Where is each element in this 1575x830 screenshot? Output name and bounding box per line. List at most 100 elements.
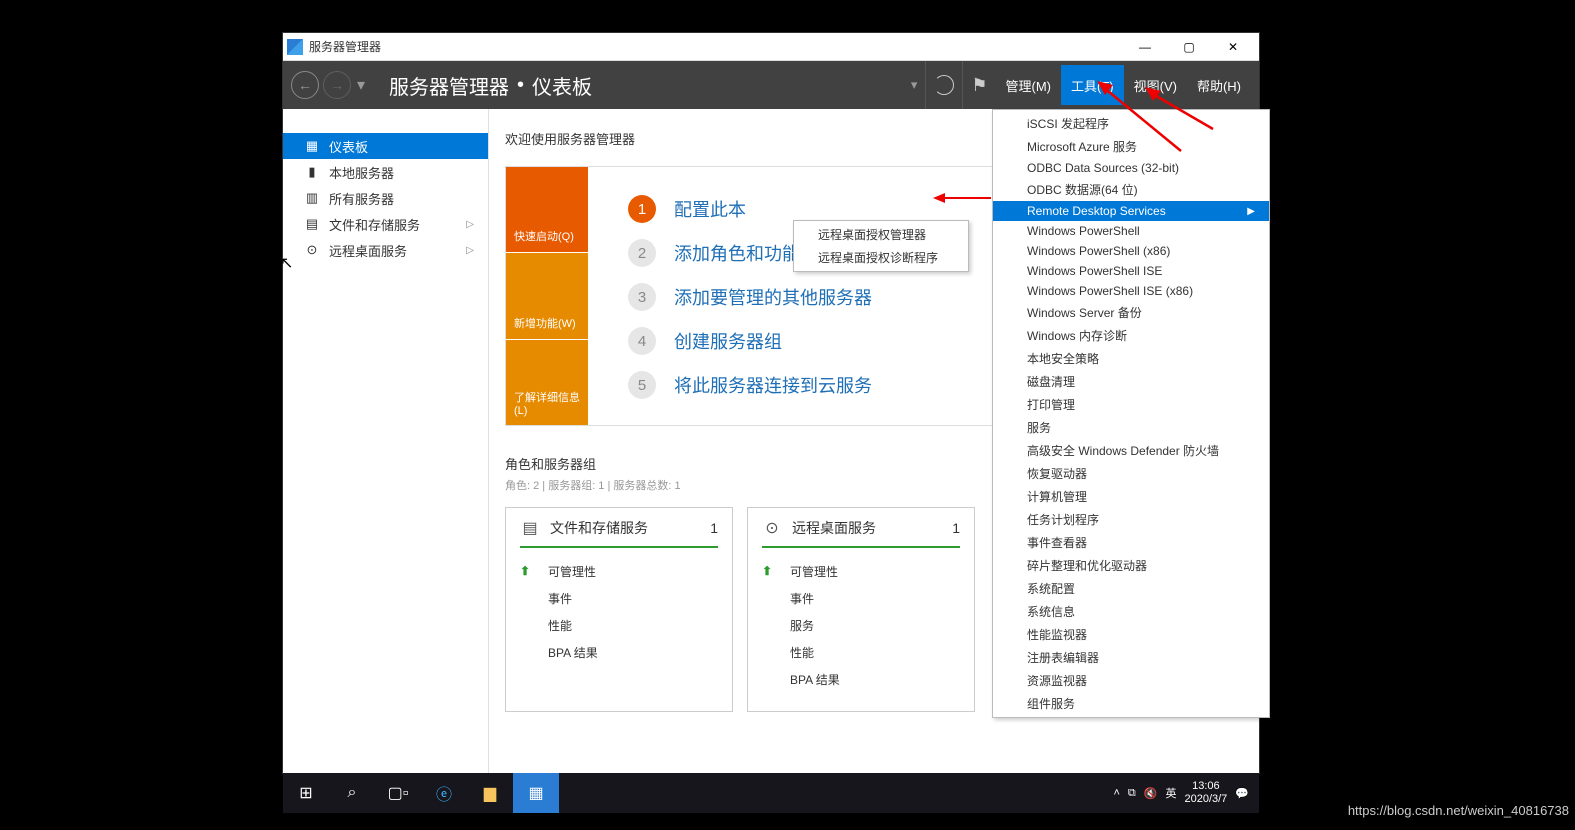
taskbar: ⊞ ⌕ ▢▫ ⓔ ▆ ▦ ˄ ⧉ 🔇 英 13:06 2020/3/7 💬 (283, 773, 1259, 813)
server-icon: ▮ (305, 165, 319, 179)
tools-menu-item[interactable]: Windows PowerShell ISE (x86) (993, 281, 1269, 301)
network-icon[interactable]: ⧉ (1128, 787, 1136, 800)
step-number: 5 (628, 371, 656, 399)
step-number: 1 (628, 195, 656, 223)
role-row-label: 事件 (790, 590, 814, 607)
tools-menu-item[interactable]: 磁盘清理 (993, 370, 1269, 393)
app-icon (287, 39, 303, 55)
role-row-label: 可管理性 (790, 563, 838, 580)
sidebar-item-label: 文件和存储服务 (329, 215, 420, 234)
start-button[interactable]: ⊞ (283, 773, 329, 813)
tools-menu-item[interactable]: ODBC 数据源(64 位) (993, 178, 1269, 201)
sidebar-item-local-server[interactable]: ▮ 本地服务器 (283, 159, 488, 185)
minimize-button[interactable]: — (1123, 33, 1167, 60)
maximize-button[interactable]: ▢ (1167, 33, 1211, 60)
tools-menu-item[interactable]: 服务 (993, 416, 1269, 439)
servers-icon: ▥ (305, 191, 319, 205)
step-link-configure[interactable]: 配置此本 (674, 196, 746, 222)
chevron-right-icon: ▷ (466, 245, 480, 256)
tools-menu-item[interactable]: 恢复驱动器 (993, 462, 1269, 485)
tools-menu-item[interactable]: 注册表编辑器 (993, 646, 1269, 669)
role-count: 1 (710, 520, 718, 536)
tools-menu-item[interactable]: 打印管理 (993, 393, 1269, 416)
role-card-files[interactable]: ▤ 文件和存储服务 1 ⬆可管理性 事件 性能 BPA 结果 (505, 507, 733, 712)
annotation-arrow (1143, 79, 1223, 139)
role-count: 1 (952, 520, 960, 536)
up-arrow-icon: ⬆ (762, 564, 778, 580)
tools-menu-item[interactable]: 系统配置 (993, 577, 1269, 600)
chevron-down-icon[interactable]: ▾ (903, 61, 926, 109)
tools-menu-item[interactable]: 碎片整理和优化驱动器 (993, 554, 1269, 577)
step-link-add-roles[interactable]: 添加角色和功能 (674, 240, 800, 266)
tools-menu-item[interactable]: 资源监视器 (993, 669, 1269, 692)
role-row-label: BPA 结果 (548, 644, 598, 661)
role-row-label: 事件 (548, 590, 572, 607)
role-row-label: 性能 (790, 644, 814, 661)
sidebar-item-dashboard[interactable]: ▦ 仪表板 (283, 133, 488, 159)
menu-manage[interactable]: 管理(M) (996, 65, 1062, 105)
notifications-button[interactable]: ⚑ (962, 61, 995, 109)
chevron-right-icon: ▷ (466, 219, 480, 230)
storage-icon: ▤ (305, 217, 319, 231)
refresh-button[interactable] (925, 61, 962, 109)
sidebar-item-label: 所有服务器 (329, 189, 394, 208)
tools-menu-item[interactable]: 组件服务 (993, 692, 1269, 715)
step-link-add-servers[interactable]: 添加要管理的其他服务器 (674, 284, 872, 310)
annotation-arrow (933, 183, 993, 213)
forward-button[interactable]: → (323, 71, 351, 99)
sidebar-item-all-servers[interactable]: ▥ 所有服务器 (283, 185, 488, 211)
clock-time: 13:06 (1184, 780, 1227, 793)
window-title: 服务器管理器 (309, 38, 1123, 55)
tile-whatsnew[interactable]: 新增功能(W) (506, 253, 588, 339)
tools-menu-item[interactable]: Windows PowerShell (x86) (993, 241, 1269, 261)
sidebar-item-file-storage[interactable]: ▤ 文件和存储服务 ▷ (283, 211, 488, 237)
clock[interactable]: 13:06 2020/3/7 (1184, 780, 1227, 806)
action-center-icon[interactable]: 💬 (1235, 787, 1249, 800)
role-row-label: 性能 (548, 617, 572, 634)
ime-indicator[interactable]: 英 (1165, 785, 1176, 801)
tools-menu-item[interactable]: Windows Server 备份 (993, 301, 1269, 324)
rds-icon: ⊙ (305, 243, 319, 257)
submenu-license-diagnose[interactable]: 远程桌面授权诊断程序 (794, 246, 968, 269)
rds-icon: ⊙ (762, 518, 782, 538)
breadcrumb-app: 服务器管理器 (389, 71, 509, 100)
submenu-license-manager[interactable]: 远程桌面授权管理器 (794, 223, 968, 246)
tray-up-icon[interactable]: ˄ (1113, 787, 1119, 799)
titlebar[interactable]: 服务器管理器 — ▢ ✕ (283, 33, 1259, 61)
role-row-label: 服务 (790, 617, 814, 634)
ie-button[interactable]: ⓔ (421, 773, 467, 813)
tools-menu-item[interactable]: 本地安全策略 (993, 347, 1269, 370)
tools-menu-item[interactable]: Windows 内存诊断 (993, 324, 1269, 347)
role-title: 远程桌面服务 (792, 518, 942, 538)
sidebar-item-label: 远程桌面服务 (329, 241, 407, 260)
role-title: 文件和存储服务 (550, 518, 700, 538)
tile-quickstart[interactable]: 快速启动(Q) (506, 167, 588, 253)
tools-menu-item[interactable]: 系统信息 (993, 600, 1269, 623)
tools-menu-item[interactable]: 性能监视器 (993, 623, 1269, 646)
role-card-rds[interactable]: ⊙ 远程桌面服务 1 ⬆可管理性 事件 服务 性能 BPA 结果 (747, 507, 975, 712)
tools-menu-item[interactable]: 任务计划程序 (993, 508, 1269, 531)
step-link-create-group[interactable]: 创建服务器组 (674, 328, 782, 354)
sidebar-item-label: 仪表板 (329, 137, 368, 156)
tools-menu-item[interactable]: Windows PowerShell ISE (993, 261, 1269, 281)
search-button[interactable]: ⌕ (329, 773, 375, 813)
back-button[interactable]: ← (291, 71, 319, 99)
submenu-arrow-icon: ▶ (1247, 206, 1255, 217)
tools-menu-item[interactable]: 事件查看器 (993, 531, 1269, 554)
task-view-button[interactable]: ▢▫ (375, 773, 421, 813)
explorer-button[interactable]: ▆ (467, 773, 513, 813)
sidebar-item-rds[interactable]: ⊙ 远程桌面服务 ▷ (283, 237, 488, 263)
sidebar-item-label: 本地服务器 (329, 163, 394, 182)
tools-menu-item[interactable]: Windows PowerShell (993, 221, 1269, 241)
volume-icon[interactable]: 🔇 (1144, 787, 1158, 800)
step-number: 3 (628, 283, 656, 311)
tools-menu-item[interactable]: Remote Desktop Services▶ (993, 201, 1269, 221)
step-link-cloud[interactable]: 将此服务器连接到云服务 (674, 372, 872, 398)
tools-menu-item[interactable]: 高级安全 Windows Defender 防火墙 (993, 439, 1269, 462)
dashboard-icon: ▦ (305, 139, 319, 153)
tools-menu-item[interactable]: 计算机管理 (993, 485, 1269, 508)
close-button[interactable]: ✕ (1211, 33, 1255, 60)
step-number: 2 (628, 239, 656, 267)
server-manager-button[interactable]: ▦ (513, 773, 559, 813)
tile-learnmore[interactable]: 了解详细信息(L) (506, 340, 588, 425)
